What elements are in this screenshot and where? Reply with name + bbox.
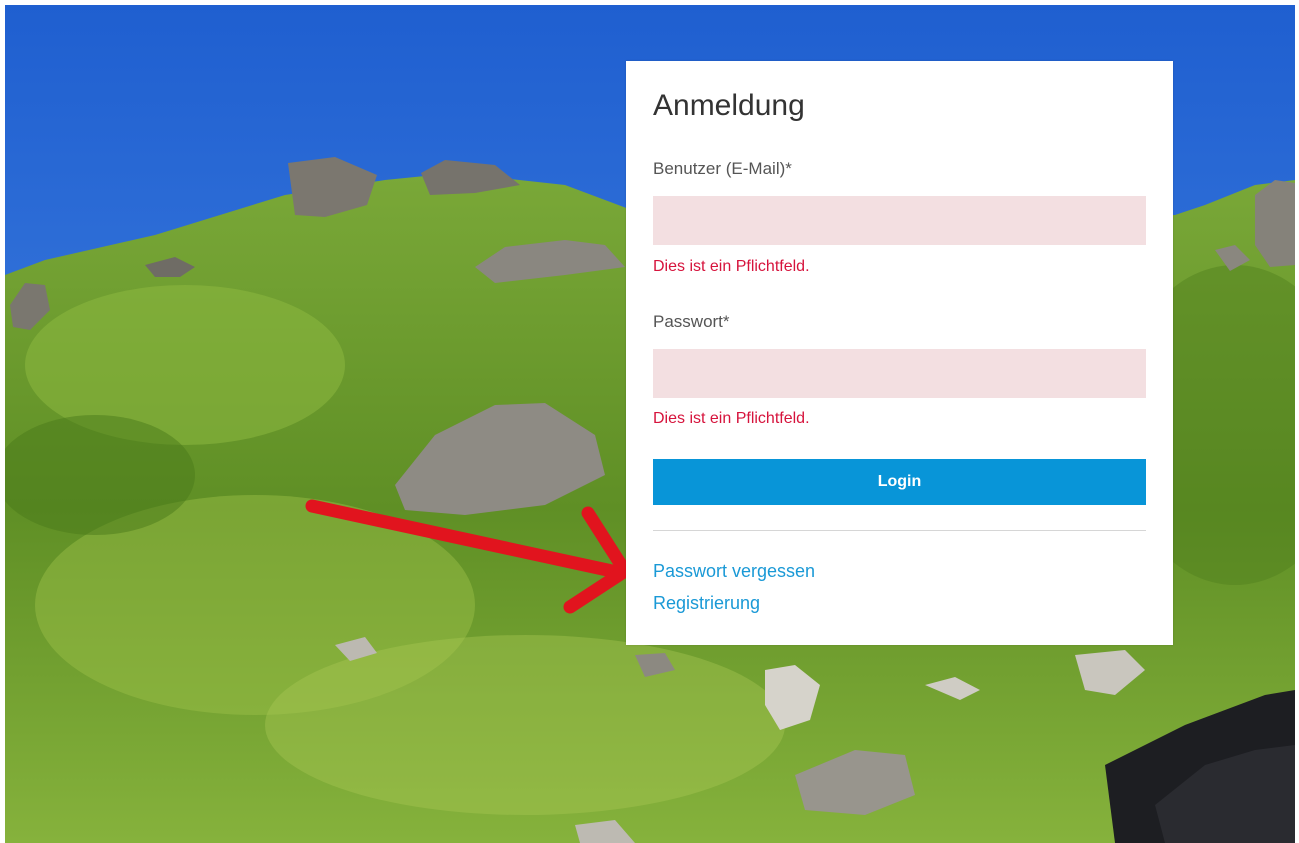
register-link[interactable]: Registrierung [653, 593, 760, 614]
login-button[interactable]: Login [653, 459, 1146, 505]
login-card: Anmeldung Benutzer (E-Mail)* Dies ist ei… [626, 61, 1173, 645]
password-label: Passwort* [653, 312, 730, 331]
password-field[interactable] [653, 349, 1146, 398]
password-error-message: Dies ist ein Pflichtfeld. [653, 410, 810, 427]
forgot-password-link[interactable]: Passwort vergessen [653, 561, 815, 582]
divider [653, 530, 1146, 531]
email-label: Benutzer (E-Mail)* [653, 159, 792, 178]
email-error-message: Dies ist ein Pflichtfeld. [653, 258, 810, 275]
email-field[interactable] [653, 196, 1146, 245]
login-title: Anmeldung [653, 89, 805, 122]
